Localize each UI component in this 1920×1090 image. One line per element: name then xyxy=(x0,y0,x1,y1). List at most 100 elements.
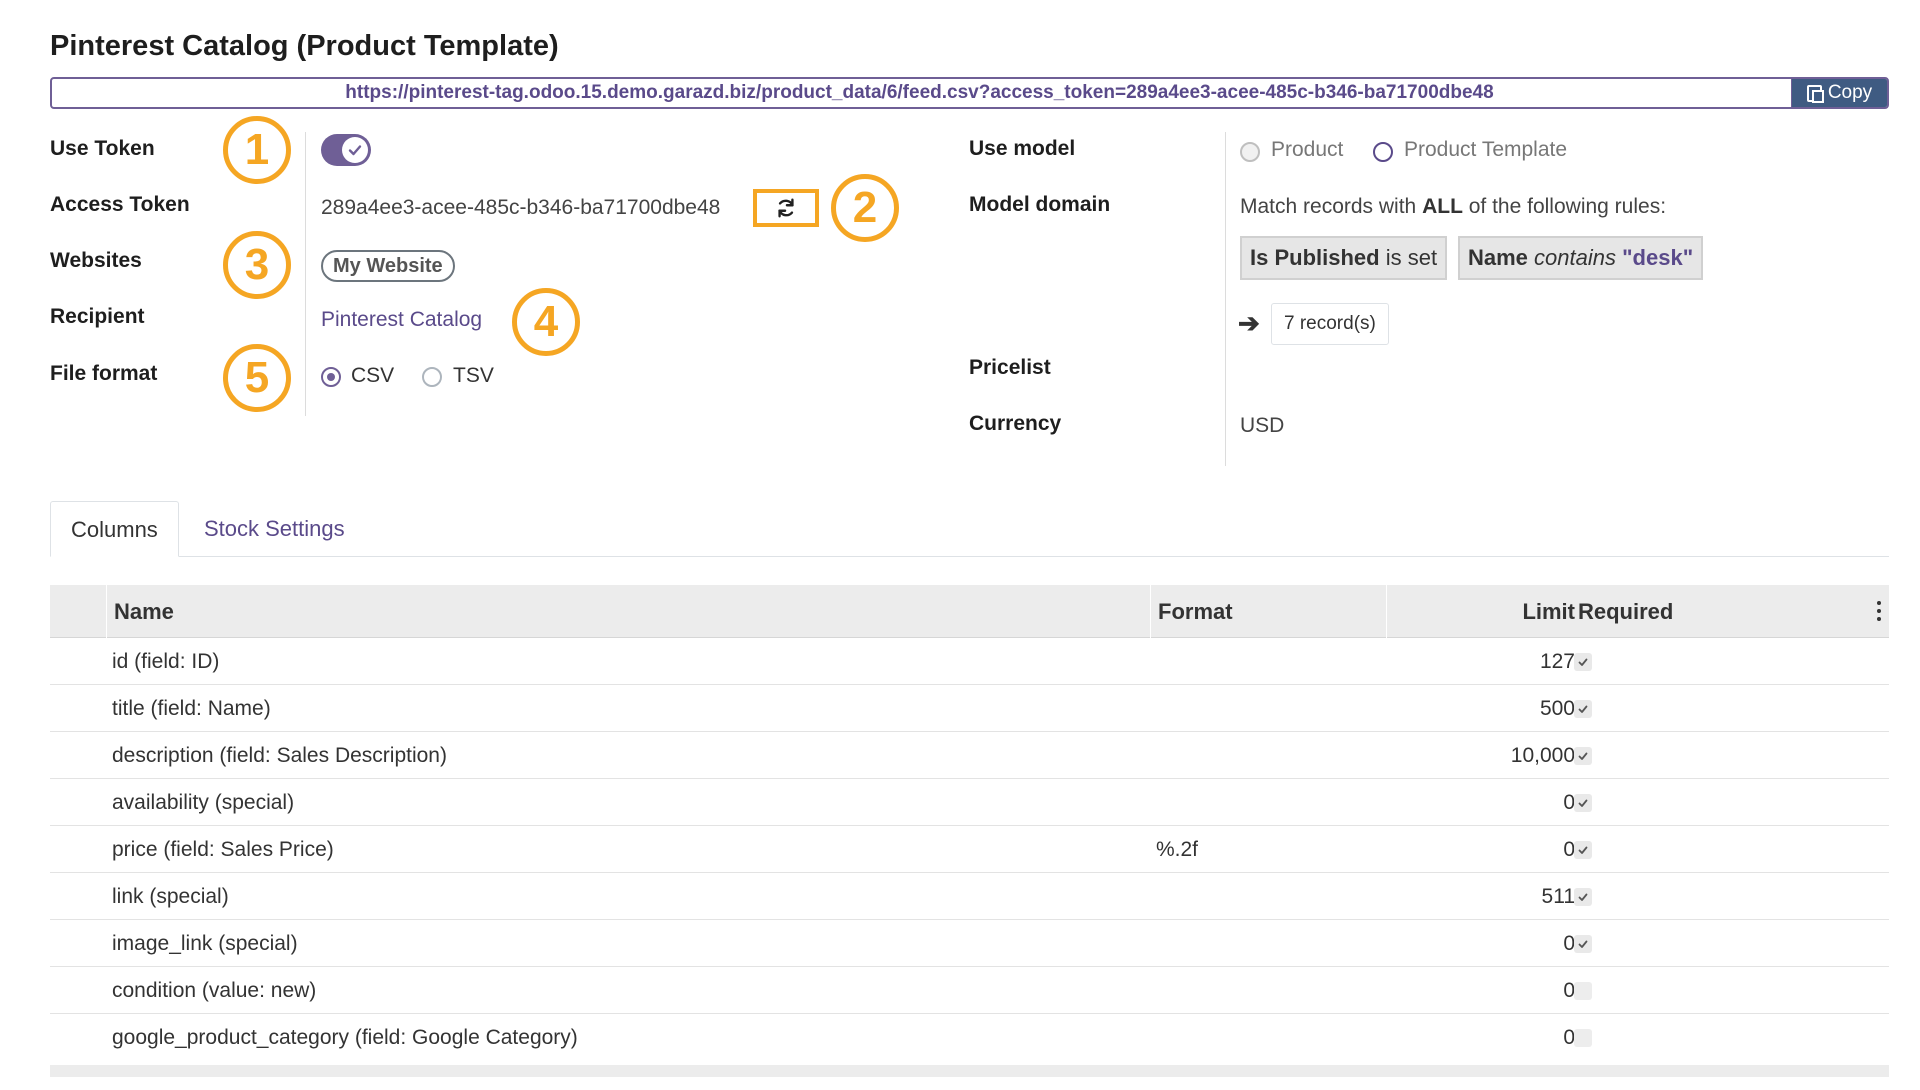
table-footer xyxy=(50,1065,1889,1077)
rule1-field: Is Published xyxy=(1250,245,1380,270)
check-icon xyxy=(348,145,362,156)
required-checkbox[interactable] xyxy=(1574,747,1592,765)
cell-name: image_link (special) xyxy=(112,932,298,955)
check-icon xyxy=(1578,940,1588,948)
check-icon xyxy=(1578,799,1588,807)
refresh-icon xyxy=(778,198,794,218)
check-icon xyxy=(1578,658,1588,666)
use-model-product-label: Product xyxy=(1271,138,1344,161)
file-format-label: File format xyxy=(50,362,158,385)
use-model-template-radio[interactable] xyxy=(1373,142,1393,162)
column-header-limit[interactable]: Limit xyxy=(1522,585,1575,638)
callout-2: 2 xyxy=(831,174,899,242)
table-row[interactable]: id (field: ID) 127 xyxy=(50,638,1889,685)
column-header-required[interactable]: Required xyxy=(1578,585,1673,638)
callout-5: 5 xyxy=(223,344,291,412)
copy-button-label: Copy xyxy=(1827,82,1873,103)
feed-url-field[interactable]: https://pinterest-tag.odoo.15.demo.garaz… xyxy=(50,77,1889,109)
header-separator xyxy=(1150,585,1151,638)
cell-limit: 127 xyxy=(1539,650,1575,673)
table-row[interactable]: description (field: Sales Description) 1… xyxy=(50,732,1889,779)
cell-limit: 500 xyxy=(1539,697,1575,720)
header-separator xyxy=(106,585,107,638)
required-checkbox[interactable] xyxy=(1574,982,1592,1000)
feed-url-text: https://pinterest-tag.odoo.15.demo.garaz… xyxy=(345,82,1494,103)
table-row[interactable]: image_link (special) 0 xyxy=(50,920,1889,967)
required-checkbox[interactable] xyxy=(1574,1029,1592,1047)
required-checkbox[interactable] xyxy=(1574,841,1592,859)
table-row[interactable]: title (field: Name) 500 xyxy=(50,685,1889,732)
rule2-op: contains xyxy=(1534,245,1616,270)
cell-name: availability (special) xyxy=(112,791,295,814)
rule2-value: "desk" xyxy=(1622,245,1694,270)
file-format-tsv-label: TSV xyxy=(453,364,494,387)
required-checkbox[interactable] xyxy=(1574,794,1592,812)
tab-stock-settings[interactable]: Stock Settings xyxy=(184,501,365,557)
currency-value: USD xyxy=(1240,414,1285,437)
recipient-label: Recipient xyxy=(50,305,145,328)
required-checkbox[interactable] xyxy=(1574,935,1592,953)
right-group-divider xyxy=(1225,132,1226,466)
arrow-right-icon: ➔ xyxy=(1238,308,1260,338)
cell-name: price (field: Sales Price) xyxy=(112,838,334,861)
use-model-template-label: Product Template xyxy=(1404,138,1568,161)
rule2-field: Name xyxy=(1468,245,1528,270)
regenerate-token-button[interactable] xyxy=(753,189,819,227)
required-checkbox[interactable] xyxy=(1574,700,1592,718)
cell-name: description (field: Sales Description) xyxy=(112,744,447,767)
domain-prefix: Match records with xyxy=(1240,195,1417,218)
table-row[interactable]: condition (value: new) 0 xyxy=(50,967,1889,1014)
left-group-divider xyxy=(305,132,306,416)
access-token-label: Access Token xyxy=(50,193,190,216)
domain-rule-published[interactable]: Is Published is set xyxy=(1240,236,1448,280)
records-button[interactable]: 7 record(s) xyxy=(1271,303,1389,345)
recipient-link[interactable]: Pinterest Catalog xyxy=(321,308,482,332)
check-icon xyxy=(1578,893,1588,901)
access-token-value: 289a4ee3-acee-485c-b346-ba71700dbe48 xyxy=(321,196,721,219)
use-model-label: Use model xyxy=(969,137,1076,160)
copy-icon xyxy=(1806,84,1824,103)
toggle-knob xyxy=(342,137,368,163)
header-separator xyxy=(1386,585,1387,638)
callout-1: 1 xyxy=(223,116,291,184)
columns-table-header: Name Format Limit Required xyxy=(50,585,1889,638)
use-token-label: Use Token xyxy=(50,137,155,160)
column-header-name[interactable]: Name xyxy=(114,585,174,638)
kebab-icon[interactable] xyxy=(1877,601,1881,621)
cell-limit: 10,000 xyxy=(1510,744,1575,767)
copy-button[interactable]: Copy xyxy=(1791,79,1887,107)
table-row[interactable]: link (special) 511 xyxy=(50,873,1889,920)
rule1-op: is set xyxy=(1385,245,1438,270)
cell-name: condition (value: new) xyxy=(112,979,317,1002)
required-checkbox[interactable] xyxy=(1574,653,1592,671)
table-row[interactable]: price (field: Sales Price) %.2f 0 xyxy=(50,826,1889,873)
file-format-csv-label: CSV xyxy=(351,364,395,387)
file-format-tsv-radio[interactable] xyxy=(422,367,442,387)
domain-all: ALL xyxy=(1422,195,1463,218)
table-row[interactable]: availability (special) 0 xyxy=(50,779,1889,826)
domain-summary: Match records with ALL of the following … xyxy=(1240,195,1666,219)
cell-name: id (field: ID) xyxy=(112,650,220,673)
table-row[interactable]: google_product_category (field: Google C… xyxy=(50,1014,1889,1061)
column-header-format[interactable]: Format xyxy=(1158,585,1233,638)
file-format-csv-radio[interactable] xyxy=(321,367,341,387)
cell-name: title (field: Name) xyxy=(112,697,271,720)
page-title: Pinterest Catalog (Product Template) xyxy=(50,30,559,62)
website-tag[interactable]: My Website xyxy=(321,250,455,282)
required-checkbox[interactable] xyxy=(1574,888,1592,906)
check-icon xyxy=(1578,846,1588,854)
domain-suffix: of the following rules: xyxy=(1468,195,1667,218)
domain-rule-name[interactable]: Name contains "desk" xyxy=(1458,236,1704,280)
currency-label: Currency xyxy=(969,412,1062,435)
use-model-product-radio[interactable] xyxy=(1240,142,1260,162)
cell-name: link (special) xyxy=(112,885,229,908)
cell-format: %.2f xyxy=(1156,838,1199,861)
websites-label: Websites xyxy=(50,249,142,272)
use-token-toggle[interactable] xyxy=(321,134,371,166)
pricelist-label: Pricelist xyxy=(969,356,1051,379)
tab-columns[interactable]: Columns xyxy=(50,501,179,557)
model-domain-label: Model domain xyxy=(969,193,1111,216)
callout-3: 3 xyxy=(223,231,291,299)
check-icon xyxy=(1578,752,1588,760)
cell-limit: 511 xyxy=(1541,885,1575,908)
